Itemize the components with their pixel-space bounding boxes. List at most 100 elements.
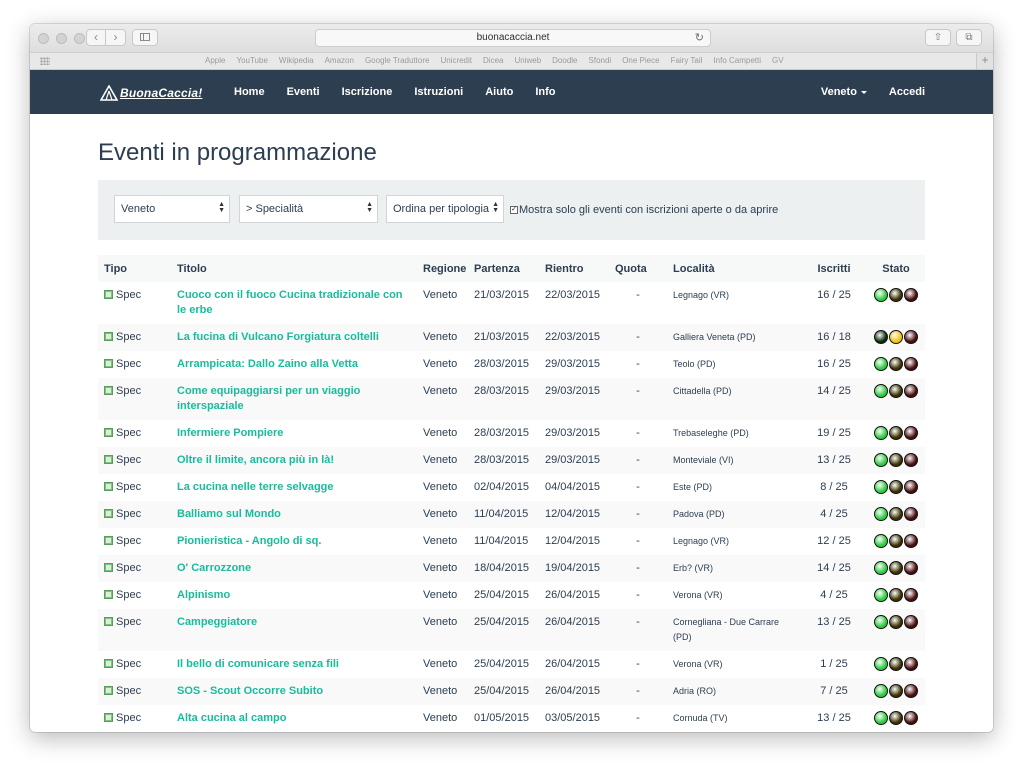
bookmark-item[interactable]: Wikipedia	[279, 53, 314, 69]
cell-regione: Veneto	[417, 555, 468, 582]
cell-rientro: 29/03/2015	[545, 358, 601, 370]
yellow-light-icon	[889, 384, 903, 399]
specialty-badge-icon	[104, 482, 113, 491]
cell-localita: Este (PD)	[673, 482, 713, 492]
cell-tipo-label: Spec	[116, 589, 142, 601]
cell-quota: -	[609, 678, 667, 705]
bookmark-item[interactable]: YouTube	[236, 53, 267, 69]
cell-tipo: Spec	[98, 678, 171, 705]
order-select[interactable]: Ordina per tipologia ▲ ▼	[386, 195, 504, 223]
open-events-checkbox[interactable]: ✓	[510, 206, 518, 214]
cell-iscritti: 8 / 25	[820, 481, 848, 493]
cell-tipo-label: Spec	[116, 685, 142, 697]
new-tab-plus-icon[interactable]: +	[976, 53, 993, 69]
nav-link-eventi[interactable]: Eventi	[287, 70, 320, 114]
cell-iscritti: 13 / 25	[801, 609, 867, 651]
specialty-badge-icon	[104, 590, 113, 599]
event-title-link[interactable]: Arrampicata: Dallo Zaino alla Vetta	[177, 358, 358, 370]
yellow-light-icon	[889, 507, 903, 522]
cell-tipo: Spec	[98, 378, 171, 420]
event-title-link[interactable]: Il bello di comunicare senza fili	[177, 658, 339, 670]
specialty-badge-icon	[104, 386, 113, 395]
bookmark-item[interactable]: Apple	[205, 53, 225, 69]
reload-icon[interactable]: ↻	[695, 30, 704, 46]
region-dropdown[interactable]: Veneto	[821, 70, 867, 114]
specialty-select[interactable]: > Specialità ▲ ▼	[239, 195, 378, 223]
cell-titolo: Campeggiatore	[171, 609, 417, 651]
nav-link-iscrizione[interactable]: Iscrizione	[342, 70, 393, 114]
nav-link-istruzioni[interactable]: Istruzioni	[414, 70, 463, 114]
event-title-link[interactable]: Infermiere Pompiere	[177, 427, 283, 439]
close-window-icon[interactable]	[38, 33, 49, 44]
region-dropdown-label: Veneto	[820, 86, 857, 98]
cell-tipo-label: Spec	[116, 658, 142, 670]
page-title: Eventi in programmazione	[98, 139, 377, 166]
browser-window: ‹ › buonacaccia.net ↻ ⇧ ⧉ Apple YouTube Wi…	[30, 24, 993, 732]
column-header-stato: Stato	[867, 255, 925, 282]
event-title-link[interactable]: Balliamo sul Mondo	[177, 508, 281, 520]
region-select[interactable]: Veneto ▲ ▼	[114, 195, 230, 223]
event-title-link[interactable]: La fucina di Vulcano Forgiatura coltelli	[177, 331, 379, 343]
bookmark-item[interactable]: GV	[772, 53, 784, 69]
nav-link-home[interactable]: Home	[234, 70, 265, 114]
nav-link-info[interactable]: Info	[535, 70, 555, 114]
cell-stato	[867, 555, 925, 582]
site-navbar: BuonaCaccia! Home Eventi Iscrizione Istruzi…	[30, 70, 993, 114]
event-title-link[interactable]: Alta cucina al campo	[177, 712, 286, 724]
cell-iscritti: 13 / 25	[817, 712, 851, 724]
share-button[interactable]: ⇧	[925, 29, 951, 46]
bookmark-item[interactable]: Uniweb	[514, 53, 541, 69]
login-link[interactable]: Accedi	[889, 70, 925, 114]
bookmark-item[interactable]: Amazon	[325, 53, 354, 69]
event-title-link[interactable]: Alpinismo	[177, 589, 230, 601]
specialty-badge-icon	[104, 686, 113, 695]
specialty-badge-icon	[104, 332, 113, 341]
nav-link-aiuto[interactable]: Aiuto	[485, 70, 513, 114]
tabs-overview-button[interactable]: ⧉	[956, 29, 982, 46]
cell-titolo: Oltre il limite, ancora più in là!	[171, 447, 417, 474]
cell-regione: Veneto	[417, 609, 468, 651]
event-title-link[interactable]: O' Carrozzone	[177, 562, 251, 574]
bookmark-item[interactable]: Sfondi	[589, 53, 612, 69]
bookmark-item[interactable]: Dicea	[483, 53, 503, 69]
cell-tipo-label: Spec	[116, 358, 142, 370]
red-light-icon	[904, 588, 918, 603]
event-title-link[interactable]: Oltre il limite, ancora più in là!	[177, 454, 334, 466]
red-light-icon	[904, 684, 918, 699]
forward-button[interactable]: ›	[106, 29, 126, 46]
sidebar-toggle-button[interactable]	[132, 29, 158, 46]
open-events-filter[interactable]: ✓ Mostra solo gli eventi con iscrizioni …	[510, 204, 778, 216]
address-bar[interactable]: buonacaccia.net ↻	[315, 29, 711, 47]
cell-iscritti: 14 / 25	[801, 378, 867, 420]
green-light-icon	[874, 657, 888, 672]
event-title-link[interactable]: Campeggiatore	[177, 616, 257, 628]
traffic-light-icon	[874, 453, 918, 468]
event-title-link[interactable]: Pionieristica - Angolo di sq.	[177, 535, 321, 547]
cell-tipo-label: Spec	[116, 562, 142, 574]
bookmark-item[interactable]: Unicredit	[440, 53, 472, 69]
bookmark-item[interactable]: Info Campetti	[713, 53, 761, 69]
minimize-window-icon[interactable]	[56, 33, 67, 44]
cell-stato	[867, 528, 925, 555]
back-button[interactable]: ‹	[86, 29, 106, 46]
filter-panel: Veneto ▲ ▼ > Specialità ▲ ▼ Ordina per tip…	[98, 180, 925, 240]
site-logo[interactable]: BuonaCaccia!	[100, 82, 202, 104]
specialty-badge-icon	[104, 563, 113, 572]
event-title-link[interactable]: SOS - Scout Occorre Subito	[177, 685, 323, 697]
top-sites-grid-icon[interactable]	[40, 57, 50, 65]
bookmark-item[interactable]: One Piece	[622, 53, 659, 69]
bookmark-item[interactable]: Doodle	[552, 53, 577, 69]
green-light-icon	[874, 684, 888, 699]
cell-tipo-label: Spec	[116, 454, 142, 466]
green-light-icon	[874, 711, 888, 726]
cell-rientro: 12/04/2015	[539, 501, 609, 528]
cell-quota: -	[636, 427, 640, 439]
event-title-link[interactable]: La cucina nelle terre selvagge	[177, 481, 334, 493]
cell-rientro: 26/04/2015	[545, 589, 601, 601]
bookmark-item[interactable]: Fairy Tail	[671, 53, 703, 69]
table-row: Spec Balliamo sul Mondo Veneto 11/04/2015 12…	[98, 501, 925, 528]
bookmark-item[interactable]: Google Traduttore	[365, 53, 429, 69]
event-title-link[interactable]: Cuoco con il fuoco Cucina tradizionale c…	[177, 289, 403, 316]
event-title-link[interactable]: Come equipaggiarsi per un viaggio inters…	[177, 385, 360, 412]
zoom-window-icon[interactable]	[74, 33, 85, 44]
